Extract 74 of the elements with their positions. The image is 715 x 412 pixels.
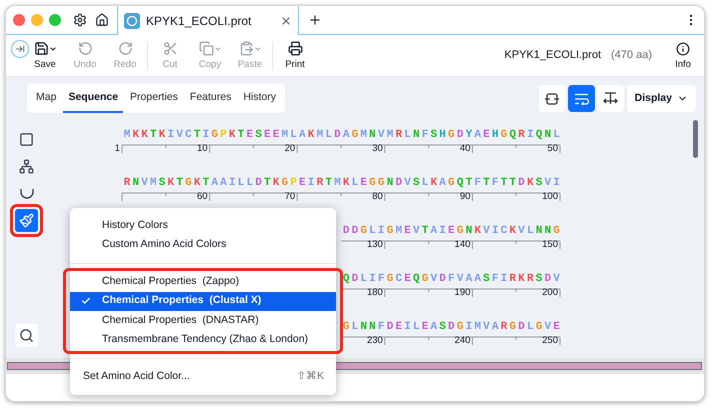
undo-icon [78,41,92,56]
view-tab[interactable]: Properties [125,84,183,113]
ruler-number: 100 [542,192,558,202]
paste-icon [238,41,254,56]
search-tool-button[interactable] [15,324,38,347]
ruler-number: 150 [542,240,558,250]
new-tab-icon[interactable] [308,13,322,27]
ruler-number: 240 [454,336,470,346]
sidebar-toggle-button[interactable] [11,40,29,58]
search-icon [19,328,34,343]
fit-button[interactable] [596,85,624,112]
tab-title: KPYK1_ECOLI.prot [146,12,252,30]
check-icon [81,296,91,306]
ruler-number: 90 [460,192,470,202]
ruler-number: 200 [542,288,558,298]
ruler-number: 10 [197,144,208,154]
close-window-button[interactable] [13,14,25,26]
menu-item[interactable]: Transmembrane Tendency (Zhao & London) [70,330,336,350]
ruler-number: 230 [366,336,383,346]
save-icon [34,41,48,56]
redo-icon [118,41,132,56]
display-menu-button[interactable]: Display [626,85,696,112]
collapse-button[interactable] [538,85,566,112]
menu-item[interactable]: Chemical Properties (DNASTAR) [70,311,336,330]
info-button[interactable]: Info [664,42,702,70]
ruler-number: 250 [542,336,558,346]
menu-item[interactable]: Set Amino Acid Color... ⇧⌘K [70,367,336,386]
tree-icon [19,159,34,174]
caret-icon [254,44,262,52]
collapse-icon [545,92,560,104]
print-icon [288,41,302,56]
home-icon[interactable] [95,13,109,27]
caret-icon [214,44,222,52]
cut-icon [162,41,178,56]
ruler-number: 180 [366,288,383,298]
protein-file-icon [124,12,140,28]
view-tab[interactable]: Features [184,84,236,113]
ruler-number: 30 [372,144,383,154]
sequence-length: (470 aa) [611,48,652,64]
ruler-number: 130 [366,240,383,250]
file-name: KPYK1_ECOLI.prot [504,48,602,64]
ruler-number: 1 [114,144,120,154]
paintbrush-icon [19,213,34,228]
arrow-to-line-icon [15,44,25,54]
wrap-text-icon [574,92,589,104]
wrap-button[interactable] [568,85,595,112]
fit-width-icon [602,92,618,105]
ruler-number: 50 [547,144,558,154]
ruler-number: 60 [197,192,208,202]
scrollbar-thumb[interactable] [693,120,698,158]
settings-icon[interactable] [73,13,87,27]
brush-tool-button[interactable] [15,209,38,232]
menu-item[interactable]: History Colors [70,216,336,236]
copy-icon [198,41,214,56]
rectangle-icon [19,132,34,147]
view-tab[interactable]: History [238,84,282,113]
cup-icon [20,188,34,200]
info-icon [676,42,690,56]
ruler-number: 80 [372,192,383,202]
ruler-number: 40 [460,144,470,154]
ruler-number: 20 [284,144,296,154]
view-tab[interactable]: Map [31,84,62,113]
save-button[interactable]: Save [25,41,65,70]
ruler-number: 70 [284,192,296,202]
close-icon[interactable] [280,14,292,26]
ruler-number: 190 [454,288,470,298]
menu-item[interactable]: Chemical Properties (Zappo) [70,272,336,292]
menu-item[interactable]: Chemical Properties (Clustal X) [70,292,336,311]
caret-icon [48,44,56,52]
menu-item[interactable]: Custom Amino Acid Colors [70,236,336,255]
ruler-number: 140 [454,240,470,250]
print-button[interactable]: Print [275,41,315,70]
view-tab[interactable]: Sequence [63,84,124,113]
document-tab[interactable]: KPYK1_ECOLI.prot [117,6,299,35]
